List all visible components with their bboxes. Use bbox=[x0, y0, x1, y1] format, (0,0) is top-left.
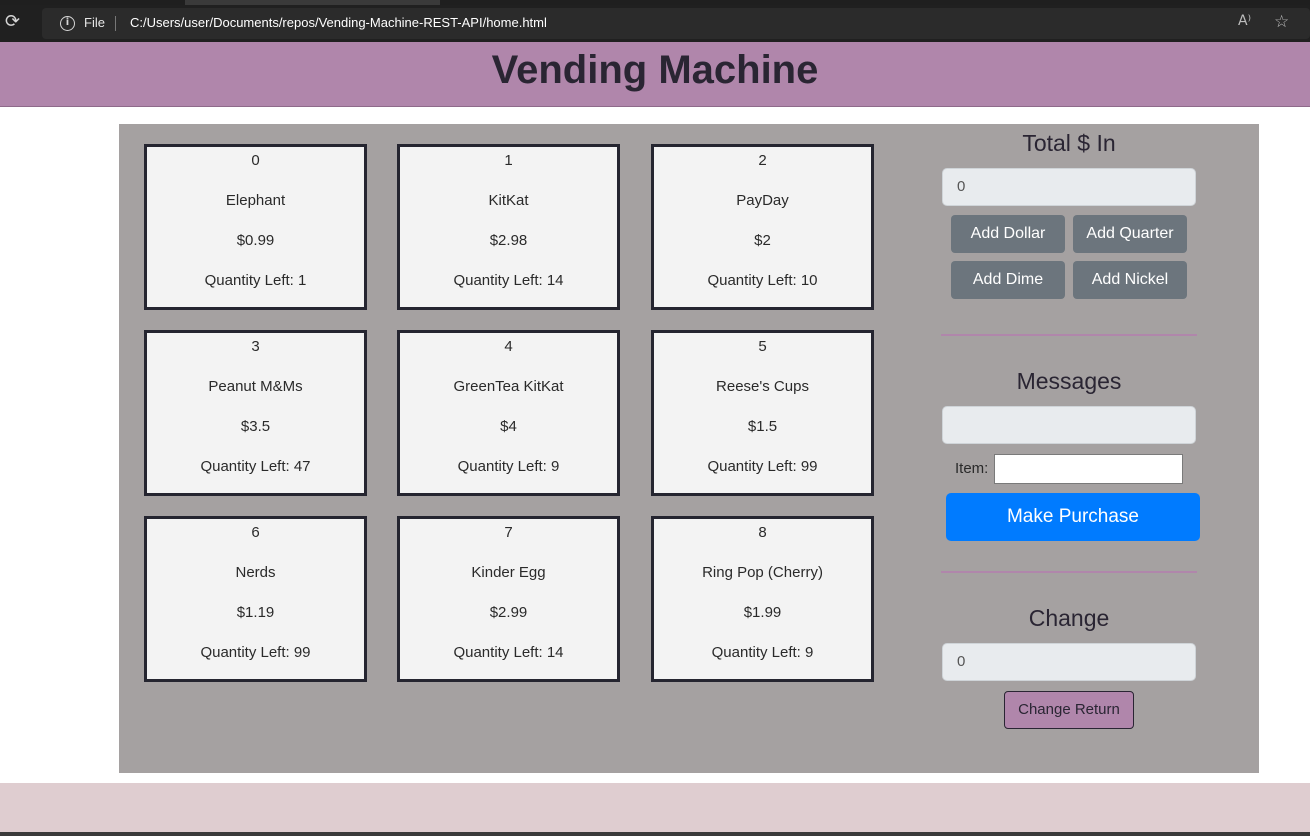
change-return-button[interactable]: Change Return bbox=[1004, 691, 1134, 729]
item-name: Kinder Egg bbox=[471, 564, 546, 581]
change-field[interactable]: 0 bbox=[942, 643, 1196, 681]
page-header: Vending Machine bbox=[0, 42, 1310, 107]
item-id: 6 bbox=[251, 524, 260, 541]
item-name: Reese's Cups bbox=[716, 378, 809, 395]
item-id: 2 bbox=[758, 152, 767, 169]
address-bar[interactable]: i File C:/Users/user/Documents/repos/Ven… bbox=[42, 8, 1310, 39]
item-quantity: Quantity Left: 47 bbox=[200, 458, 311, 475]
item-card[interactable]: 8 Ring Pop (Cherry) $1.99 Quantity Left:… bbox=[651, 516, 874, 682]
add-dime-button[interactable]: Add Dime bbox=[951, 261, 1065, 299]
item-id: 7 bbox=[504, 524, 513, 541]
change-title: Change bbox=[1028, 605, 1110, 631]
item-card[interactable]: 2 PayDay $2 Quantity Left: 10 bbox=[651, 144, 874, 310]
item-quantity: Quantity Left: 9 bbox=[711, 644, 814, 661]
add-dollar-button[interactable]: Add Dollar bbox=[951, 215, 1065, 253]
item-price: $1.99 bbox=[743, 604, 782, 621]
item-name: Nerds bbox=[235, 564, 276, 581]
item-price: $2 bbox=[754, 232, 771, 249]
item-price: $1.5 bbox=[747, 418, 778, 435]
add-quarter-button[interactable]: Add Quarter bbox=[1073, 215, 1187, 253]
item-quantity: Quantity Left: 9 bbox=[457, 458, 560, 475]
page-footer bbox=[0, 783, 1310, 832]
item-name: PayDay bbox=[736, 192, 789, 209]
item-name: GreenTea KitKat bbox=[453, 378, 564, 395]
item-price: $0.99 bbox=[236, 232, 275, 249]
section-divider bbox=[941, 334, 1197, 336]
item-price: $1.19 bbox=[236, 604, 275, 621]
item-name: Peanut M&Ms bbox=[208, 378, 303, 395]
item-card[interactable]: 6 Nerds $1.19 Quantity Left: 99 bbox=[144, 516, 367, 682]
favorites-icon[interactable]: ☆ bbox=[1274, 12, 1289, 32]
item-card[interactable]: 4 GreenTea KitKat $4 Quantity Left: 9 bbox=[397, 330, 620, 496]
item-quantity: Quantity Left: 99 bbox=[200, 644, 311, 661]
item-card[interactable]: 5 Reese's Cups $1.5 Quantity Left: 99 bbox=[651, 330, 874, 496]
item-price: $2.99 bbox=[489, 604, 528, 621]
item-name: Ring Pop (Cherry) bbox=[702, 564, 823, 581]
taskbar bbox=[0, 832, 1310, 836]
item-id: 1 bbox=[504, 152, 513, 169]
item-name: Elephant bbox=[225, 192, 286, 209]
item-card[interactable]: 1 KitKat $2.98 Quantity Left: 14 bbox=[397, 144, 620, 310]
item-id: 0 bbox=[251, 152, 260, 169]
item-card[interactable]: 3 Peanut M&Ms $3.5 Quantity Left: 47 bbox=[144, 330, 367, 496]
reload-icon[interactable]: ⟳ bbox=[5, 13, 23, 31]
address-separator bbox=[115, 16, 116, 31]
browser-toolbar: ⟳ i File C:/Users/user/Documents/repos/V… bbox=[0, 5, 1310, 42]
item-id: 5 bbox=[758, 338, 767, 355]
item-name: KitKat bbox=[488, 192, 529, 209]
item-price: $2.98 bbox=[489, 232, 528, 249]
messages-title: Messages bbox=[1016, 368, 1122, 394]
page-title: Vending Machine bbox=[491, 48, 819, 92]
item-card[interactable]: 7 Kinder Egg $2.99 Quantity Left: 14 bbox=[397, 516, 620, 682]
item-input[interactable] bbox=[994, 454, 1183, 484]
item-quantity: Quantity Left: 99 bbox=[707, 458, 818, 475]
url-text[interactable]: C:/Users/user/Documents/repos/Vending-Ma… bbox=[130, 15, 547, 30]
section-divider bbox=[941, 571, 1197, 573]
item-price: $4 bbox=[500, 418, 517, 435]
total-in-title: Total $ In bbox=[1022, 130, 1116, 156]
read-aloud-icon[interactable]: A⁾ bbox=[1238, 13, 1251, 29]
item-id: 4 bbox=[504, 338, 513, 355]
file-label: File bbox=[84, 15, 105, 30]
item-quantity: Quantity Left: 10 bbox=[707, 272, 818, 289]
vending-panel: 0 Elephant $0.99 Quantity Left: 1 1 KitK… bbox=[119, 124, 1259, 773]
item-id: 3 bbox=[251, 338, 260, 355]
add-nickel-button[interactable]: Add Nickel bbox=[1073, 261, 1187, 299]
make-purchase-button[interactable]: Make Purchase bbox=[946, 493, 1200, 541]
info-icon[interactable]: i bbox=[60, 16, 75, 31]
item-price: $3.5 bbox=[240, 418, 271, 435]
item-quantity: Quantity Left: 1 bbox=[204, 272, 307, 289]
item-label: Item: bbox=[955, 460, 989, 477]
item-id: 8 bbox=[758, 524, 767, 541]
messages-field[interactable] bbox=[942, 406, 1196, 444]
item-quantity: Quantity Left: 14 bbox=[453, 644, 564, 661]
total-in-field[interactable]: 0 bbox=[942, 168, 1196, 206]
item-card[interactable]: 0 Elephant $0.99 Quantity Left: 1 bbox=[144, 144, 367, 310]
item-quantity: Quantity Left: 14 bbox=[453, 272, 564, 289]
